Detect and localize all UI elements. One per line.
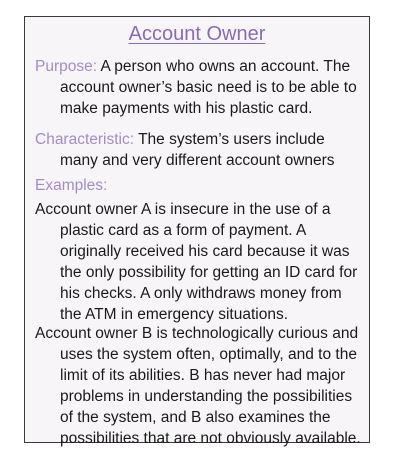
card-title: Account Owner [128,23,266,45]
example-a-paragraph: Account owner A is insecure in the use o… [35,201,358,323]
account-owner-card: Account Owner Purpose: A person who owns… [24,16,370,447]
purpose-label: Purpose: [35,58,98,75]
purpose-text: A person who owns an account. The accoun… [60,58,357,117]
examples-label: Examples: [35,177,108,194]
purpose-paragraph: Purpose: A person who owns an account. T… [35,56,365,119]
characteristic-paragraph: Characteristic: The system’s users inclu… [35,129,365,171]
characteristic-label: Characteristic: [35,131,135,148]
example-b-paragraph: Account owner B is technologically curio… [35,325,361,447]
